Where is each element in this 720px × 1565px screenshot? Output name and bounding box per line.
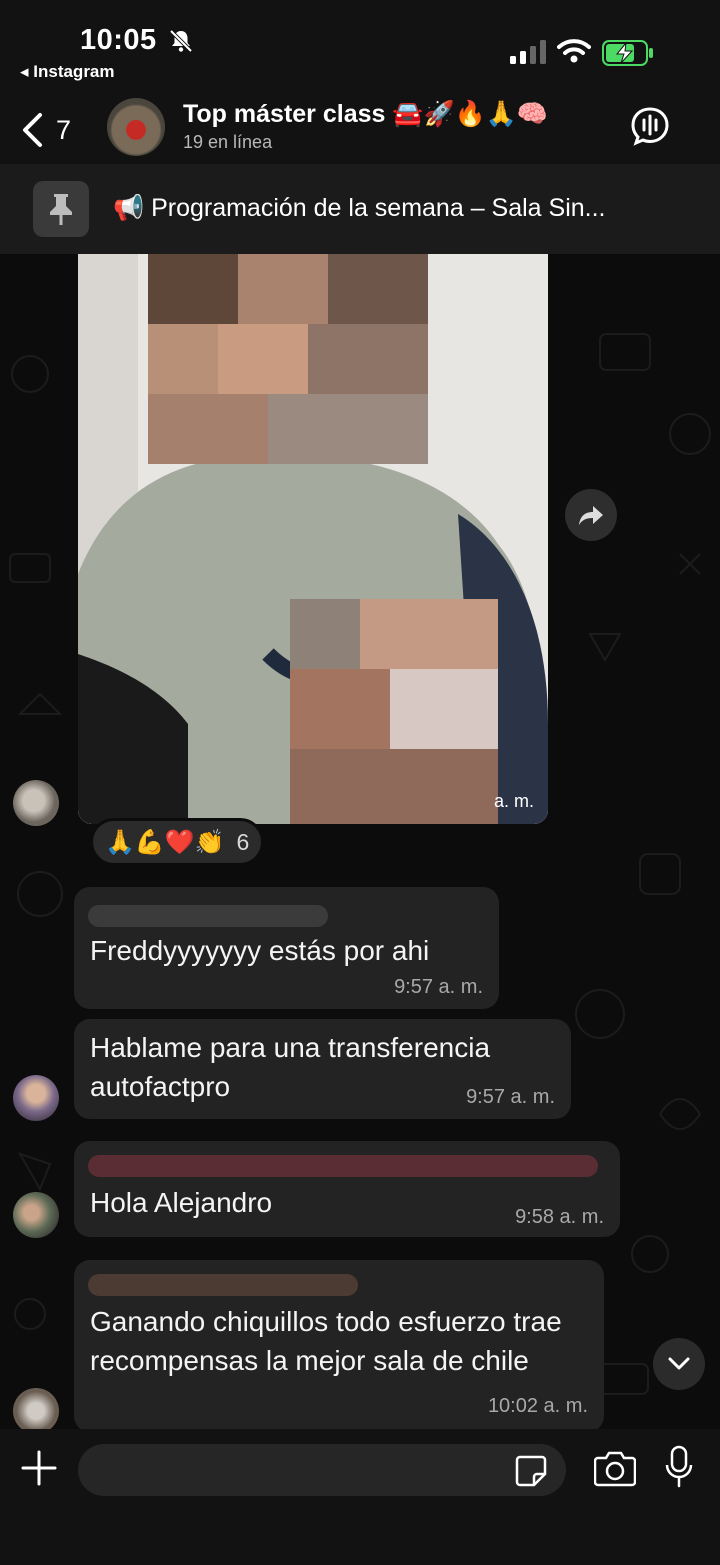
back-to-instagram-link[interactable]: ◂ Instagram [20, 62, 115, 82]
photo-message[interactable]: a. m. [78, 254, 548, 824]
battery-charging-icon [602, 40, 653, 66]
chevron-left-icon [23, 113, 42, 147]
sender-avatar[interactable] [13, 1388, 59, 1429]
reactions-bar[interactable]: 🙏💪❤️👏 6 [90, 818, 265, 866]
sender-avatar[interactable] [13, 1192, 59, 1238]
camera-icon[interactable] [594, 1449, 636, 1487]
pinned-message-text: 📢 Programación de la semana – Sala Sin..… [113, 194, 606, 222]
sender-avatar[interactable] [13, 1075, 59, 1121]
message-text: Ganando chiquillos todo esfuerzo trae re… [90, 1306, 562, 1376]
chevron-down-icon [668, 1357, 690, 1370]
group-avatar[interactable] [107, 98, 165, 156]
pixelated-hand [290, 599, 498, 824]
signal-icon [510, 40, 546, 64]
reaction-count: 6 [236, 828, 250, 855]
forward-button[interactable] [565, 489, 617, 541]
message-text: Freddyyyyyyy estás por ahi [90, 935, 430, 966]
bell-slash-icon [169, 29, 193, 53]
message-time: 9:58 a. m. [515, 1206, 604, 1228]
audio-chat-icon[interactable] [630, 106, 670, 146]
pixelated-face [148, 254, 428, 464]
plus-icon[interactable] [20, 1449, 58, 1487]
photo-timestamp: a. m. [493, 791, 534, 811]
scroll-to-bottom-button[interactable] [653, 1338, 705, 1390]
sticker-icon[interactable] [514, 1454, 548, 1488]
message-composer [0, 1429, 720, 1565]
status-bar: 10:05 ◂ Instagram [0, 0, 720, 92]
message-text: Hola Alejandro [90, 1187, 273, 1218]
blurred-sender-name [88, 1274, 358, 1296]
message-input[interactable] [98, 1444, 508, 1496]
online-count: 19 en línea [183, 132, 273, 152]
message-bubble[interactable]: Freddyyyyyyy estás por ahi 9:57 a. m. [74, 887, 499, 1009]
message-bubble[interactable]: Hola Alejandro 9:58 a. m. [74, 1141, 620, 1237]
chat-area[interactable]: a. m. 🙏💪❤️👏 6 Freddyyyyyyy estás por ahi… [0, 254, 720, 1429]
forward-arrow-icon [579, 506, 603, 525]
message-bubble[interactable]: Ganando chiquillos todo esfuerzo trae re… [74, 1260, 604, 1429]
message-bubble[interactable]: Hablame para una transferencia autofactp… [74, 1019, 571, 1119]
sender-avatar[interactable] [13, 780, 59, 826]
blurred-sender-name [88, 1155, 598, 1177]
message-time: 10:02 a. m. [487, 1395, 588, 1417]
unread-count: 7 [56, 114, 72, 145]
message-input-wrapper [78, 1444, 566, 1496]
pinned-message-bar[interactable]: 📢 Programación de la semana – Sala Sin..… [0, 164, 720, 254]
chat-header: 7 Top máster class 🚘🚀🔥🙏🧠 19 en línea [0, 92, 720, 164]
message-time: 9:57 a. m. [394, 976, 483, 998]
back-button[interactable]: 7 [20, 110, 80, 150]
message-time: 9:57 a. m. [466, 1086, 555, 1108]
blurred-sender-name [88, 905, 328, 927]
status-time: 10:05 [80, 24, 157, 56]
pin-icon [50, 194, 72, 225]
group-title[interactable]: Top máster class 🚘🚀🔥🙏🧠 [183, 100, 548, 129]
reaction-emojis: 🙏💪❤️👏 [105, 828, 225, 856]
microphone-icon[interactable] [664, 1445, 694, 1489]
photo-image [78, 254, 548, 824]
wifi-icon [557, 39, 591, 63]
pin-button[interactable] [33, 181, 89, 237]
